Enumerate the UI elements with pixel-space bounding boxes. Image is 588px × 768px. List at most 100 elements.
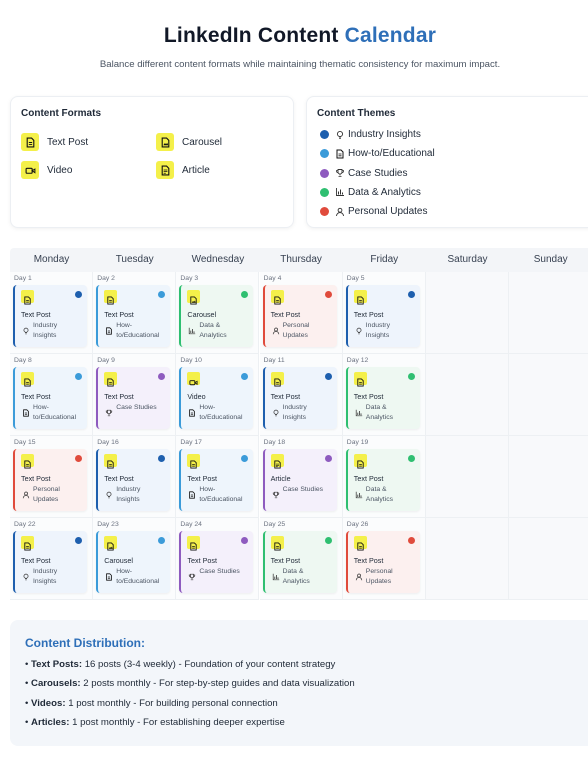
post-theme: How-to/Educational: [116, 321, 168, 340]
post-card[interactable]: Text Post Personal Updates: [345, 531, 420, 593]
distribution-item: • Carousels: 2 posts monthly - For step-…: [25, 678, 355, 690]
distribution-text: 1 post monthly - For building personal c…: [68, 697, 278, 709]
theme-color-dot: [324, 537, 332, 544]
post-card[interactable]: Video How-to/Educational: [179, 367, 254, 429]
calendar-cell-day-16: Day 16 Text Post Industry Insights: [93, 436, 177, 518]
article-icon: [270, 454, 284, 469]
carousel-icon: [104, 536, 118, 551]
theme-item-personal-updates: Personal Updates: [320, 206, 428, 217]
calendar-cell-empty: [426, 436, 509, 518]
post-card[interactable]: Text Post Industry Insights: [262, 367, 337, 429]
post-theme-line: How-: [116, 322, 133, 329]
post-theme-line: Insights: [116, 495, 140, 503]
calendar-cell-empty: [509, 354, 588, 436]
article-icon: [156, 161, 174, 179]
document-icon: [188, 486, 196, 499]
video-icon: [21, 161, 39, 179]
post-theme-line: Analytics: [365, 495, 393, 503]
distribution-item: • Text Posts: 16 posts (3-4 weekly) - Fo…: [25, 659, 336, 670]
day-number: Day 19: [346, 439, 369, 446]
post-card[interactable]: Carousel How-to/Educational: [96, 531, 171, 593]
format-label: Carousel: [182, 136, 223, 148]
calendar-cell-day-15: Day 15 Text Post Personal Updates: [10, 436, 93, 518]
day-number: Day 18: [263, 439, 286, 446]
post-card[interactable]: Text Post How-to/Educational: [96, 285, 171, 347]
calendar-cell-day-1: Day 1 Text Post Industry Insights: [10, 272, 93, 354]
title-main: LinkedIn Content: [163, 24, 339, 47]
lightbulb-icon: [335, 130, 345, 140]
post-card[interactable]: Text Post Industry Insights: [345, 285, 420, 347]
theme-color-dot: [320, 168, 329, 178]
lightbulb-icon: [22, 568, 30, 581]
bar-chart-icon: [355, 404, 363, 417]
day-number: Day 26: [346, 521, 369, 528]
post-theme-line: Case Studies: [199, 568, 240, 575]
post-card[interactable]: Text Post Case Studies: [96, 367, 171, 429]
document-icon: [21, 372, 34, 387]
calendar-cell-day-22: Day 22 Text Post Industry Insights: [10, 518, 93, 600]
day-number: Day 11: [263, 357, 285, 364]
theme-color-dot: [320, 187, 329, 197]
content-distribution-heading: Content Distribution:: [25, 636, 145, 650]
post-theme: Case Studies: [116, 403, 168, 413]
trophy-icon: [272, 486, 280, 499]
post-theme-line: Case Studies: [116, 404, 157, 411]
day-header-sunday: Sunday: [533, 254, 568, 265]
post-theme-line: to/Educational: [116, 577, 160, 585]
lightbulb-icon: [22, 322, 30, 335]
post-theme: Case Studies: [283, 485, 335, 495]
document-icon: [353, 454, 367, 469]
theme-item-industry-insights: Industry Insights: [320, 129, 421, 140]
post-card[interactable]: Text Post Case Studies: [179, 531, 254, 593]
bar-chart-icon: [335, 187, 345, 197]
post-theme: Industry Insights: [33, 321, 85, 340]
day-header-friday: Friday: [370, 254, 399, 265]
post-card[interactable]: Text Post Data & Analytics: [345, 367, 420, 429]
calendar-cell-empty: [509, 272, 588, 354]
post-card[interactable]: Text Post Personal Updates: [262, 285, 337, 347]
post-theme-line: Industry: [33, 322, 58, 329]
document-icon: [270, 372, 284, 387]
distribution-item: • Articles: 1 post monthly - For establi…: [25, 716, 285, 728]
day-number: Day 4: [263, 275, 282, 282]
post-card[interactable]: Text Post Industry Insights: [96, 449, 171, 511]
day-number: Day 8: [14, 357, 32, 364]
distribution-text: 16 posts (3-4 weekly) - Foundation of yo…: [84, 659, 336, 670]
distribution-label: Videos:: [31, 697, 66, 709]
document-icon: [21, 536, 34, 551]
content-formats-heading: Content Formats: [21, 108, 101, 119]
day-header-thursday: Thursday: [280, 254, 322, 265]
theme-color-dot: [324, 455, 332, 462]
post-card[interactable]: Text Post How-to/Educational: [179, 449, 254, 511]
format-label: Article: [182, 164, 210, 176]
post-theme-line: Insights: [33, 331, 57, 339]
format-item-video: Video: [21, 161, 72, 179]
day-header-monday: Monday: [33, 254, 70, 265]
calendar-cell-empty: [426, 354, 509, 436]
post-theme: Case Studies: [199, 567, 251, 577]
content-formats-panel: Content Formats Text Post Carousel Video Ar…: [10, 96, 294, 228]
post-type: Text Post: [21, 556, 51, 565]
calendar-cell-day-25: Day 25 Text Post Data & Analytics: [259, 518, 343, 600]
post-theme-line: Data &: [365, 486, 387, 493]
post-card[interactable]: Text Post Data & Analytics: [345, 449, 420, 511]
post-card[interactable]: Carousel Data & Analytics: [179, 285, 254, 347]
trophy-icon: [188, 568, 196, 581]
post-theme-line: Industry: [116, 486, 141, 493]
theme-label: Personal Updates: [348, 206, 428, 218]
post-card[interactable]: Text Post Industry Insights: [13, 285, 87, 347]
post-type: Text Post: [270, 392, 301, 401]
post-theme: Data & Analytics: [366, 485, 418, 504]
day-number: Day 15: [14, 439, 36, 446]
theme-item-how-to-educational: How-to/Educational: [320, 148, 435, 159]
format-item-article: Article: [156, 161, 210, 179]
post-type: Text Post: [187, 556, 217, 565]
calendar-cell-day-3: Day 3 Carousel Data & Analytics: [176, 272, 260, 354]
post-type: Text Post: [353, 310, 384, 319]
post-card[interactable]: Article Case Studies: [262, 449, 337, 511]
post-card[interactable]: Text Post Industry Insights: [13, 531, 87, 593]
post-theme: Industry Insights: [366, 321, 418, 340]
post-card[interactable]: Text Post Personal Updates: [13, 449, 87, 511]
post-card[interactable]: Text Post How-to/Educational: [13, 367, 87, 429]
post-card[interactable]: Text Post Data & Analytics: [262, 531, 337, 593]
